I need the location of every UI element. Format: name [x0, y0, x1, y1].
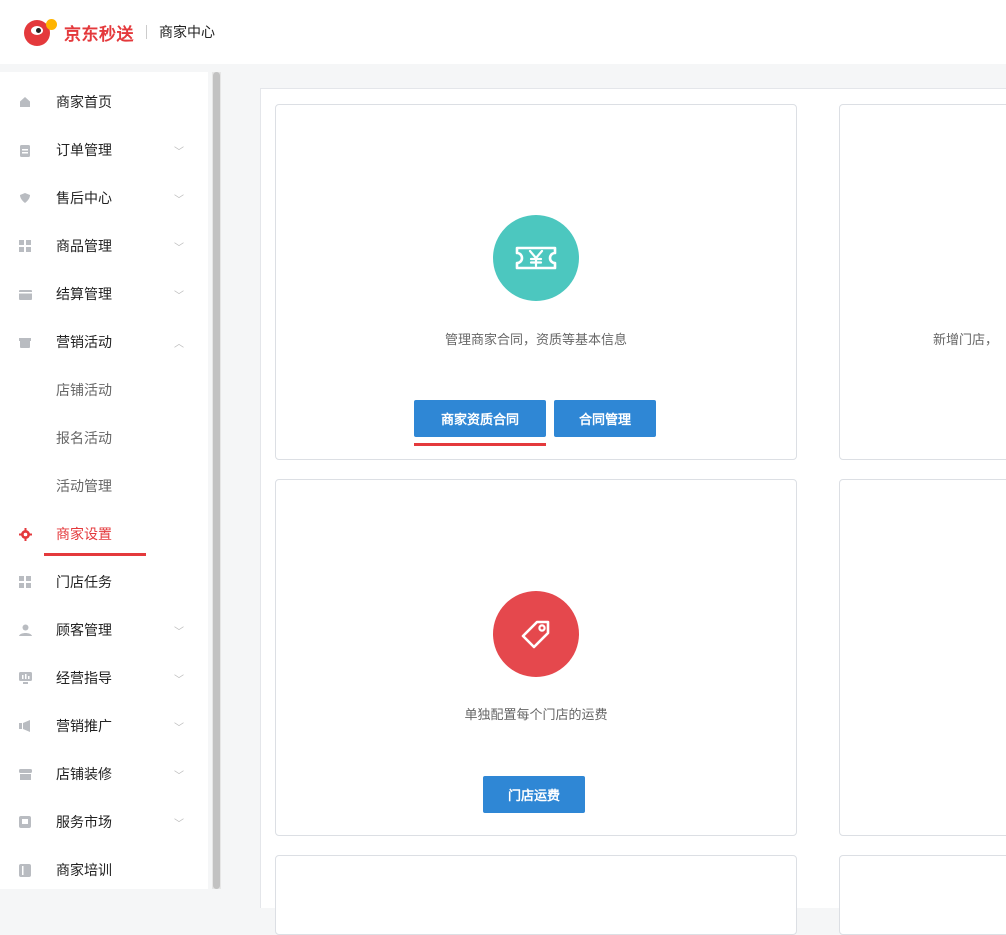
- coupon-yen-icon: [493, 215, 579, 301]
- sidebar-item-label: 服务市场: [56, 815, 112, 831]
- sidebar-subitem-signup-activities[interactable]: 报名活动: [0, 414, 208, 462]
- grid-icon: [18, 239, 32, 253]
- home-icon: [18, 95, 32, 109]
- sidebar-item-products[interactable]: 商品管理 ﹀: [0, 222, 208, 270]
- store-freight-button[interactable]: 门店运费: [483, 776, 585, 813]
- badge-icon: [18, 815, 32, 829]
- book-icon: [18, 863, 32, 877]
- chevron-down-icon[interactable]: ﹀: [174, 671, 184, 686]
- sidebar-item-label: 经营指导: [56, 671, 112, 687]
- sidebar: 商家首页 订单管理 ﹀ 售后中心 ﹀ 商品管理 ﹀ 结算管理 ﹀ 营销活动 ︿: [0, 72, 208, 889]
- sidebar-item-label: 活动管理: [56, 479, 112, 495]
- freight-card-description: 单独配置每个门店的运费: [464, 708, 608, 723]
- chevron-down-icon[interactable]: ﹀: [174, 719, 184, 734]
- sidebar-subitem-store-activities[interactable]: 店铺活动: [0, 366, 208, 414]
- chevron-down-icon[interactable]: ﹀: [174, 767, 184, 782]
- chart-icon: [18, 671, 32, 685]
- button-underline: [414, 443, 546, 446]
- sidebar-item-home[interactable]: 商家首页: [0, 78, 208, 126]
- sidebar-item-label: 售后中心: [56, 191, 112, 207]
- apps-icon: [18, 575, 32, 589]
- jd-mascot-logo-icon[interactable]: [22, 15, 57, 49]
- header-divider: [146, 25, 147, 39]
- sidebar-item-settlement[interactable]: 结算管理 ﹀: [0, 270, 208, 318]
- sidebar-item-aftersale[interactable]: 售后中心 ﹀: [0, 174, 208, 222]
- main-content: 管理商家合同，资质等基本信息 商家资质合同 合同管理 新增门店， 单独配置每个门…: [232, 72, 1006, 935]
- store-card: 新增门店，: [839, 104, 1006, 460]
- scrollbar-thumb[interactable]: [213, 72, 220, 889]
- merchant-qualification-contract-button[interactable]: 商家资质合同: [414, 400, 546, 437]
- brand-name[interactable]: 京东秒送: [64, 20, 134, 45]
- shield-icon: [18, 191, 32, 205]
- chevron-down-icon[interactable]: ﹀: [174, 815, 184, 830]
- store-card-description: 新增门店，: [933, 333, 999, 348]
- chevron-down-icon[interactable]: ﹀: [174, 191, 184, 206]
- sidebar-item-label: 门店任务: [56, 575, 112, 591]
- right-card: [839, 479, 1006, 836]
- sidebar-item-merchant-training[interactable]: 商家培训: [0, 846, 208, 894]
- wallet-icon: [18, 287, 32, 301]
- sidebar-item-business-guidance[interactable]: 经营指导 ﹀: [0, 654, 208, 702]
- sidebar-item-label: 店铺装修: [56, 767, 112, 783]
- sidebar-item-label: 营销活动: [56, 335, 112, 351]
- sidebar-item-label: 营销推广: [56, 719, 112, 735]
- sidebar-item-store-tasks[interactable]: 门店任务: [0, 558, 208, 606]
- contract-card-description: 管理商家合同，资质等基本信息: [444, 333, 627, 348]
- gift-icon: [18, 335, 32, 349]
- sidebar-item-label: 报名活动: [56, 431, 112, 447]
- sidebar-item-customers[interactable]: 顾客管理 ﹀: [0, 606, 208, 654]
- sidebar-item-label: 顾客管理: [56, 623, 112, 639]
- sidebar-item-label: 结算管理: [56, 287, 112, 303]
- bottom-card-left: [275, 855, 797, 935]
- sidebar-item-label: 订单管理: [56, 143, 112, 159]
- sidebar-item-label: 商家首页: [56, 95, 112, 111]
- clipboard-icon: [18, 143, 32, 157]
- sidebar-item-label: 商品管理: [56, 239, 112, 255]
- header-title: 商家中心: [159, 25, 215, 41]
- chevron-down-icon[interactable]: ﹀: [174, 143, 184, 158]
- top-header: 京东秒送 商家中心: [0, 0, 1006, 64]
- sidebar-item-store-decoration[interactable]: 店铺装修 ﹀: [0, 750, 208, 798]
- sidebar-item-service-market[interactable]: 服务市场 ﹀: [0, 798, 208, 846]
- sidebar-item-label: 店铺活动: [56, 383, 112, 399]
- users-icon: [18, 623, 32, 637]
- freight-card: 单独配置每个门店的运费 门店运费: [275, 479, 797, 836]
- sidebar-item-marketing-activities[interactable]: 营销活动 ︿: [0, 318, 208, 366]
- gear-icon: [18, 527, 32, 541]
- active-underline: [44, 553, 146, 556]
- settings-panel: 管理商家合同，资质等基本信息 商家资质合同 合同管理 新增门店， 单独配置每个门…: [260, 88, 1006, 935]
- tag-icon: [493, 591, 579, 677]
- contract-card: 管理商家合同，资质等基本信息 商家资质合同 合同管理: [275, 104, 797, 460]
- chevron-down-icon[interactable]: ﹀: [174, 623, 184, 638]
- megaphone-icon: [18, 719, 32, 733]
- chevron-down-icon[interactable]: ﹀: [174, 287, 184, 302]
- bottom-card-right: [839, 855, 1006, 935]
- sidebar-scrollbar[interactable]: [212, 72, 221, 889]
- sidebar-item-orders[interactable]: 订单管理 ﹀: [0, 126, 208, 174]
- sidebar-item-label: 商家设置: [56, 527, 112, 543]
- chevron-up-icon[interactable]: ︿: [174, 335, 184, 350]
- sidebar-item-label: 商家培训: [56, 863, 112, 879]
- sidebar-item-promotion[interactable]: 营销推广 ﹀: [0, 702, 208, 750]
- sidebar-item-merchant-settings[interactable]: 商家设置: [0, 510, 208, 558]
- store-icon: [18, 767, 32, 781]
- chevron-down-icon[interactable]: ﹀: [174, 239, 184, 254]
- contract-management-button[interactable]: 合同管理: [554, 400, 656, 437]
- sidebar-subitem-activity-management[interactable]: 活动管理: [0, 462, 208, 510]
